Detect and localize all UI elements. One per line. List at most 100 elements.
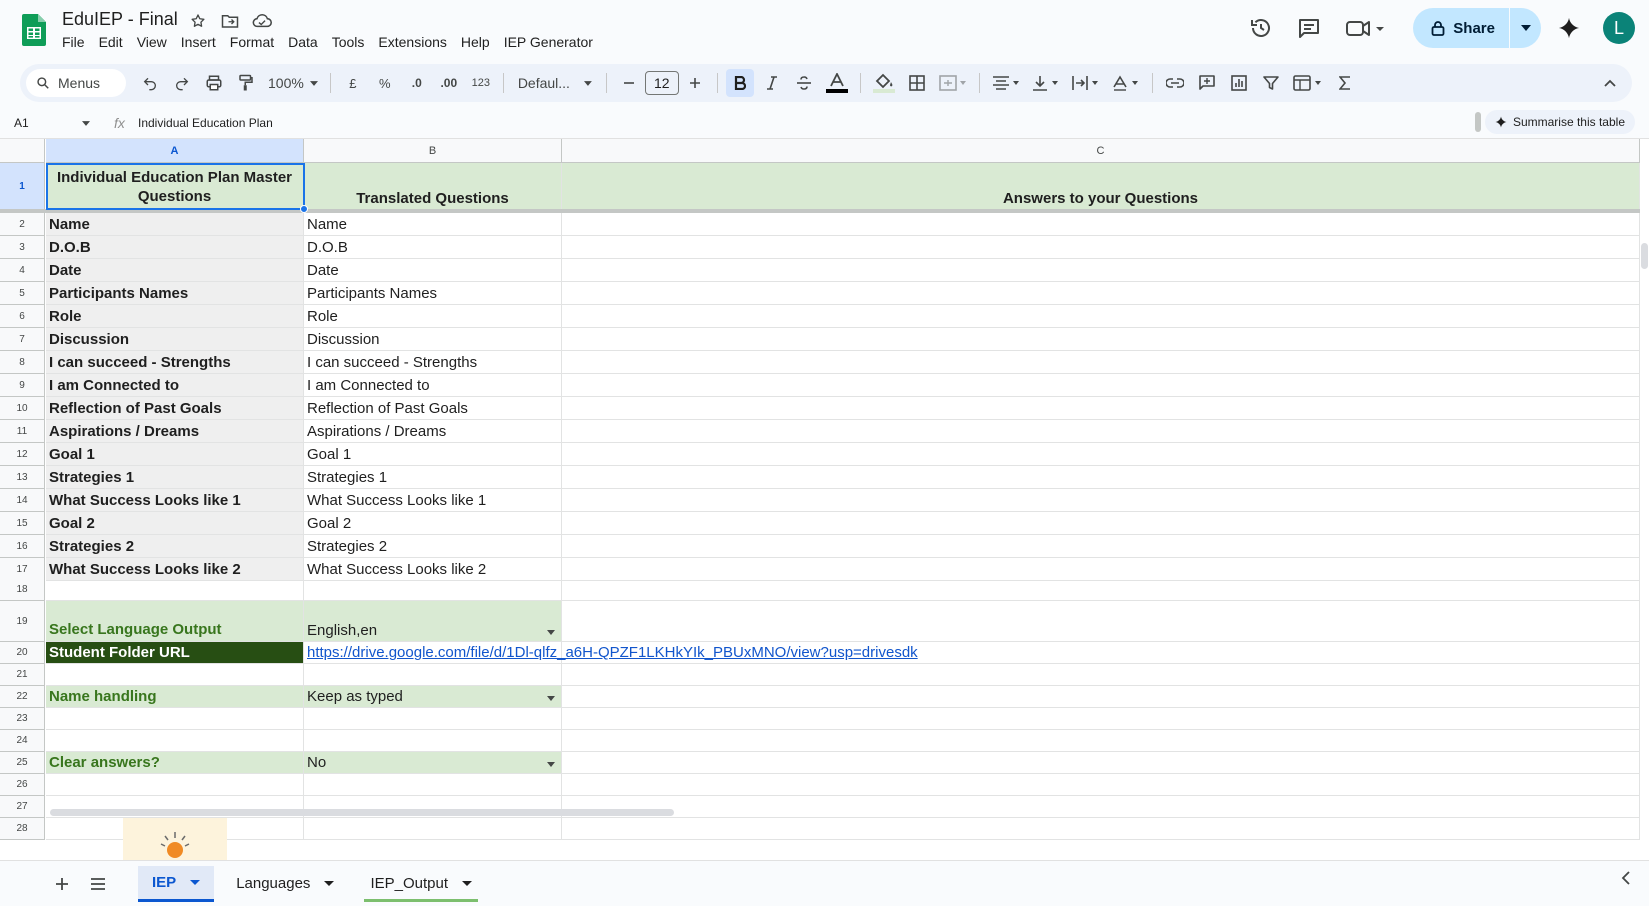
name-box[interactable]: A1 (0, 116, 100, 130)
collapse-toolbar-button[interactable] (1596, 69, 1624, 97)
font-size-input[interactable]: 12 (644, 71, 679, 95)
filter-button[interactable] (1257, 69, 1285, 97)
translated-question-cell[interactable]: Goal 2 (304, 512, 562, 535)
name-handling-select[interactable]: Keep as typed (304, 686, 562, 708)
row-header[interactable]: 5 (0, 282, 45, 305)
menu-help[interactable]: Help (461, 34, 498, 50)
cell-c23[interactable] (562, 708, 1640, 730)
cell-c24[interactable] (562, 730, 1640, 752)
menu-data[interactable]: Data (288, 34, 326, 50)
row-header[interactable]: 24 (0, 730, 45, 752)
cell-a21[interactable] (46, 664, 304, 686)
font-family-select[interactable]: Defaul... (510, 75, 600, 91)
functions-button[interactable] (1331, 69, 1359, 97)
increase-decimal-button[interactable]: .00 (435, 69, 463, 97)
answer-cell[interactable] (562, 466, 1640, 489)
number-format-button[interactable]: 123 (467, 69, 495, 97)
document-title[interactable]: EduIEP - Final (62, 9, 178, 30)
table-views-button[interactable] (1289, 69, 1327, 97)
share-button[interactable]: Share (1413, 8, 1509, 48)
question-cell[interactable]: I can succeed - Strengths (46, 351, 304, 374)
row-header[interactable]: 26 (0, 774, 45, 796)
cell-b23[interactable] (304, 708, 562, 730)
row-header[interactable]: 7 (0, 328, 45, 351)
fill-color-button[interactable] (869, 69, 899, 97)
row-header[interactable]: 10 (0, 397, 45, 420)
undo-button[interactable] (136, 69, 164, 97)
answer-cell[interactable] (562, 282, 1640, 305)
row-header[interactable]: 6 (0, 305, 45, 328)
translated-question-cell[interactable]: D.O.B (304, 236, 562, 259)
cell-c25[interactable] (562, 752, 1640, 774)
answer-cell[interactable] (562, 535, 1640, 558)
question-cell[interactable]: What Success Looks like 2 (46, 558, 304, 581)
decrease-font-size-button[interactable] (615, 69, 643, 97)
question-cell[interactable]: D.O.B (46, 236, 304, 259)
merge-cells-button[interactable] (935, 69, 971, 97)
cell-b1[interactable]: Translated Questions (304, 163, 562, 210)
question-cell[interactable]: Role (46, 305, 304, 328)
translated-question-cell[interactable]: Aspirations / Dreams (304, 420, 562, 443)
answer-cell[interactable] (562, 397, 1640, 420)
explore-panel-toggle[interactable] (1621, 871, 1631, 890)
row-header[interactable]: 15 (0, 512, 45, 535)
row-header[interactable]: 19 (0, 601, 45, 642)
answer-cell[interactable] (562, 213, 1640, 236)
gemini-icon[interactable] (1549, 8, 1589, 48)
translated-question-cell[interactable]: What Success Looks like 2 (304, 558, 562, 581)
answer-cell[interactable] (562, 558, 1640, 581)
fill-handle[interactable] (300, 205, 308, 213)
cell-a24[interactable] (46, 730, 304, 752)
answer-cell[interactable] (562, 328, 1640, 351)
vertical-scrollbar[interactable] (1640, 163, 1649, 860)
decrease-decimal-button[interactable]: .0 (403, 69, 431, 97)
meet-video-icon[interactable] (1337, 8, 1393, 48)
answer-cell[interactable] (562, 351, 1640, 374)
formula-scrollbar[interactable] (1475, 112, 1481, 132)
share-dropdown-button[interactable] (1509, 8, 1541, 48)
translated-question-cell[interactable]: I am Connected to (304, 374, 562, 397)
cell-c21[interactable] (562, 664, 1640, 686)
cloud-saved-icon[interactable] (252, 11, 272, 31)
column-header-a[interactable]: A (46, 139, 304, 163)
menu-insert[interactable]: Insert (181, 34, 224, 50)
translated-question-cell[interactable]: Role (304, 305, 562, 328)
comments-icon[interactable] (1289, 8, 1329, 48)
move-folder-icon[interactable] (220, 11, 240, 31)
vertical-align-button[interactable] (1028, 69, 1064, 97)
question-cell[interactable]: What Success Looks like 1 (46, 489, 304, 512)
row-header[interactable]: 17 (0, 558, 45, 581)
answer-cell[interactable] (562, 512, 1640, 535)
question-cell[interactable]: Date (46, 259, 304, 282)
question-cell[interactable]: Name (46, 213, 304, 236)
print-button[interactable] (200, 69, 228, 97)
insert-chart-button[interactable] (1225, 69, 1253, 97)
insert-comment-button[interactable] (1193, 69, 1221, 97)
cell-b28[interactable] (304, 818, 562, 840)
paint-format-button[interactable] (232, 69, 260, 97)
cell-c19[interactable] (562, 601, 1640, 642)
row-header[interactable]: 21 (0, 664, 45, 686)
row-header[interactable]: 28 (0, 818, 45, 840)
folder-url-link[interactable]: https://drive.google.com/file/d/1Dl-qlfz… (307, 644, 918, 661)
text-wrapping-button[interactable] (1068, 69, 1104, 97)
answer-cell[interactable] (562, 305, 1640, 328)
row-header[interactable]: 13 (0, 466, 45, 489)
row-header[interactable]: 25 (0, 752, 45, 774)
row-header[interactable]: 16 (0, 535, 45, 558)
row-header[interactable]: 11 (0, 420, 45, 443)
text-color-button[interactable] (822, 69, 852, 97)
row-header[interactable]: 18 (0, 579, 45, 601)
translated-question-cell[interactable]: What Success Looks like 1 (304, 489, 562, 512)
menus-search[interactable]: Menus (26, 69, 126, 97)
sheets-logo-icon[interactable] (22, 14, 46, 46)
cell-c26[interactable] (562, 774, 1640, 796)
currency-button[interactable]: £ (339, 69, 367, 97)
folder-url-cell[interactable]: https://drive.google.com/file/d/1Dl-qlfz… (304, 642, 918, 664)
question-cell[interactable]: Goal 2 (46, 512, 304, 535)
borders-button[interactable] (903, 69, 931, 97)
column-header-c[interactable]: C (562, 139, 1640, 163)
question-cell[interactable]: Goal 1 (46, 443, 304, 466)
translated-question-cell[interactable]: Goal 1 (304, 443, 562, 466)
row-header[interactable]: 3 (0, 236, 45, 259)
